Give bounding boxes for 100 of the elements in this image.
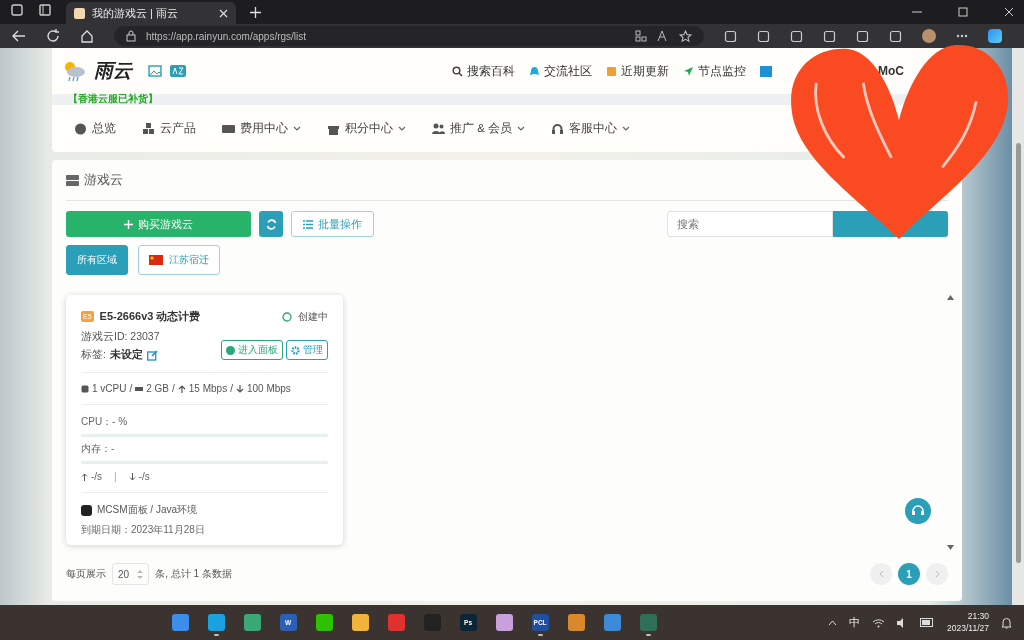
tag-label: 标签: bbox=[81, 348, 106, 362]
spec-separator: / bbox=[230, 383, 233, 394]
expiry-date: 到期日期：2023年11月28日 bbox=[81, 523, 206, 537]
toolbar-icon[interactable] bbox=[724, 29, 737, 43]
gauge-icon bbox=[226, 345, 235, 355]
grid-icon[interactable] bbox=[635, 30, 647, 42]
toolbar-icon[interactable] bbox=[757, 29, 770, 43]
meter-label: CPU：- % bbox=[81, 415, 129, 429]
per-page-select[interactable]: 20 bbox=[112, 563, 150, 585]
scrollbar[interactable] bbox=[1012, 48, 1024, 605]
plus-icon bbox=[124, 219, 133, 229]
sun-cloud-logo-icon bbox=[62, 60, 86, 82]
environment-text: MCSM面板 / Java环境 bbox=[97, 503, 197, 517]
browser-tab[interactable]: 我的游戏云 | 雨云 bbox=[66, 2, 236, 24]
close-icon[interactable] bbox=[1004, 7, 1014, 17]
app-icon bbox=[207, 614, 225, 631]
avatar-icon[interactable] bbox=[922, 29, 936, 43]
nav-item[interactable]: 客服中心 bbox=[551, 121, 631, 136]
more-icon[interactable] bbox=[956, 34, 968, 38]
back-icon[interactable] bbox=[12, 29, 26, 43]
header-link[interactable]: 搜索百科 bbox=[452, 63, 515, 79]
header-link[interactable]: 近期更新 bbox=[606, 63, 669, 79]
clock-date[interactable]: 2023/11/27 bbox=[947, 622, 989, 634]
nav-icon bbox=[551, 122, 565, 135]
app-icon bbox=[639, 614, 657, 631]
link-icon bbox=[529, 65, 540, 77]
upload-rate: -/s bbox=[91, 471, 103, 482]
scrollbar[interactable] bbox=[947, 295, 955, 550]
header-link[interactable]: 交流社区 bbox=[529, 63, 592, 79]
status-text: 创建中 bbox=[298, 309, 328, 324]
app-icon bbox=[81, 504, 92, 516]
bell-icon[interactable] bbox=[1001, 616, 1012, 629]
meter-label: 内存：- bbox=[81, 442, 116, 456]
scroll-up-icon[interactable] bbox=[947, 295, 954, 300]
user-name[interactable]: MoC bbox=[878, 64, 904, 78]
app-icon bbox=[603, 614, 621, 631]
tab-title: 我的游戏云 | 雨云 bbox=[92, 5, 179, 21]
list-icon bbox=[303, 219, 313, 229]
panel-title: 游戏云 bbox=[84, 171, 123, 189]
new-tab-icon[interactable] bbox=[250, 6, 261, 18]
nav-icon bbox=[142, 122, 155, 135]
app-icon bbox=[171, 614, 189, 631]
toolbar-icon[interactable] bbox=[823, 29, 836, 43]
caret-icon bbox=[293, 126, 301, 131]
app-icon bbox=[351, 614, 369, 631]
ring-icon bbox=[282, 311, 292, 322]
chevron-right-icon bbox=[934, 570, 940, 578]
nav-item[interactable]: 积分中心 bbox=[327, 121, 406, 136]
read-aloud-icon[interactable] bbox=[657, 30, 669, 42]
toolbar-icon[interactable] bbox=[889, 29, 902, 43]
home-icon[interactable] bbox=[80, 29, 94, 43]
favicon-icon bbox=[74, 7, 85, 19]
site-logo[interactable]: 雨云 bbox=[94, 58, 132, 84]
toolbar-icon[interactable] bbox=[856, 29, 869, 43]
nav-icon bbox=[432, 122, 445, 135]
app-icon bbox=[387, 614, 405, 631]
link-icon bbox=[452, 65, 463, 77]
stepper-icon bbox=[137, 569, 144, 579]
url-text: https://app.rainyun.com/apps/rgs/list bbox=[146, 30, 307, 42]
spec-separator: / bbox=[129, 383, 133, 394]
input-method[interactable]: 中 bbox=[849, 615, 861, 630]
spec-icon bbox=[177, 384, 186, 393]
refresh-icon[interactable] bbox=[46, 29, 60, 43]
caret-icon bbox=[622, 126, 631, 131]
header-link[interactable]: 节点监控 bbox=[683, 63, 746, 79]
nav-item[interactable]: 费用中心 bbox=[222, 121, 301, 136]
search-field[interactable]: 搜索 bbox=[667, 211, 833, 237]
server-icon bbox=[66, 174, 79, 186]
translate-icon[interactable] bbox=[170, 65, 186, 77]
nav-item[interactable]: 总览 bbox=[74, 121, 116, 136]
image-icon[interactable] bbox=[148, 65, 162, 77]
address-bar[interactable]: https://app.rainyun.com/apps/rgs/list bbox=[114, 26, 704, 46]
per-page-label: 每页展示 bbox=[66, 567, 106, 581]
close-icon[interactable] bbox=[219, 8, 228, 18]
refresh-icon bbox=[265, 218, 277, 230]
copilot-icon[interactable] bbox=[988, 29, 1002, 43]
book-icon[interactable] bbox=[760, 65, 772, 77]
star-icon[interactable] bbox=[679, 29, 692, 43]
chevron-up-icon[interactable] bbox=[828, 619, 838, 626]
spec-icon bbox=[235, 384, 244, 393]
app-icon bbox=[315, 614, 333, 631]
maximize-icon[interactable] bbox=[958, 7, 968, 17]
edit-icon[interactable] bbox=[146, 349, 158, 361]
traffic-separator: | bbox=[114, 471, 117, 482]
link-icon bbox=[683, 65, 694, 77]
link-icon bbox=[606, 65, 617, 77]
app-icon bbox=[567, 614, 585, 631]
toolbar-icon[interactable] bbox=[790, 29, 803, 43]
spec-text: 100 Mbps bbox=[246, 383, 291, 394]
app-icon bbox=[495, 614, 513, 631]
battery-icon[interactable] bbox=[920, 618, 936, 627]
nav-item[interactable]: 云产品 bbox=[142, 121, 196, 136]
wifi-icon[interactable] bbox=[872, 617, 886, 628]
clock-time[interactable]: 21:30 bbox=[967, 611, 989, 623]
scroll-down-icon[interactable] bbox=[947, 545, 954, 550]
flag-icon bbox=[149, 255, 163, 265]
nav-icon bbox=[74, 122, 87, 135]
download-rate: -/s bbox=[138, 471, 150, 482]
refresh-button[interactable] bbox=[259, 211, 283, 237]
nav-item[interactable]: 推广 & 会员 bbox=[432, 121, 526, 136]
